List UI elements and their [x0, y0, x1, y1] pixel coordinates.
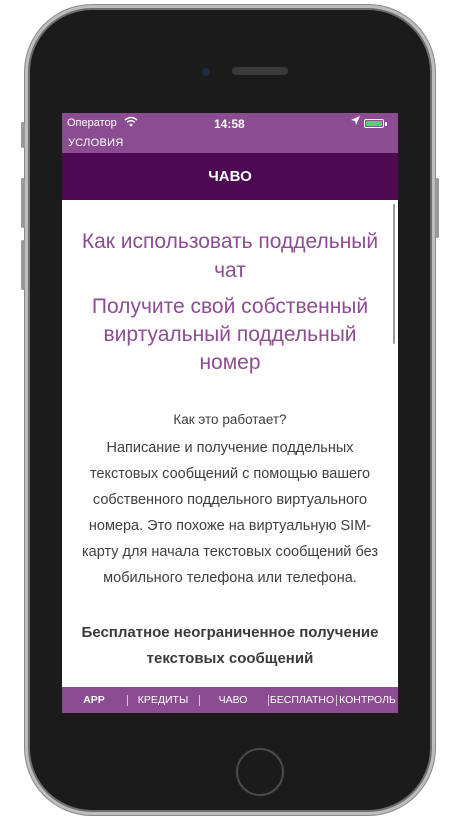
- subheading: Получите свой собственный виртуальный по…: [91, 295, 369, 374]
- heading-line1: Как использовать поддельный: [81, 230, 379, 253]
- question-label: Как это работает?: [173, 412, 287, 427]
- description-text: Написание и получение поддельных текстов…: [82, 440, 378, 586]
- earpiece-speaker: [232, 67, 288, 75]
- scroll-indicator: [393, 204, 395, 344]
- tab-control[interactable]: КОНТРОЛЬ: [337, 687, 398, 713]
- status-bar: Оператор 14:58: [62, 113, 398, 135]
- location-arrow-icon: [351, 116, 360, 128]
- front-camera: [202, 68, 210, 76]
- tab-app[interactable]: APP: [62, 687, 126, 713]
- back-bar: УСЛОВИЯ: [62, 135, 398, 153]
- back-button[interactable]: УСЛОВИЯ: [68, 137, 124, 149]
- tab-bar: APP КРЕДИТЫ ЧАВО БЕСПЛАТНО КОНТРОЛЬ: [62, 687, 398, 713]
- heading-line2: чат: [214, 259, 246, 282]
- status-time: 14:58: [214, 117, 245, 131]
- tab-free[interactable]: БЕСПЛАТНО: [269, 687, 335, 713]
- silent-switch: [21, 122, 25, 148]
- volume-down-button: [21, 240, 25, 290]
- page-title: ЧАВО: [62, 153, 398, 200]
- home-button[interactable]: [236, 748, 284, 796]
- power-button: [435, 178, 439, 238]
- carrier-label: Оператор: [67, 117, 117, 129]
- faq-content[interactable]: Как использовать поддельный чат Получите…: [62, 200, 398, 687]
- bold-feature-text: Бесплатное неограниченное получение текс…: [81, 624, 379, 667]
- tab-faq[interactable]: ЧАВО: [200, 687, 266, 713]
- wifi-icon: [124, 116, 138, 130]
- app-screen: Оператор 14:58 УСЛОВИЯ ЧАВО Как использо…: [62, 113, 398, 713]
- tab-credits[interactable]: КРЕДИТЫ: [128, 687, 198, 713]
- battery-icon: [364, 119, 387, 128]
- volume-up-button: [21, 178, 25, 228]
